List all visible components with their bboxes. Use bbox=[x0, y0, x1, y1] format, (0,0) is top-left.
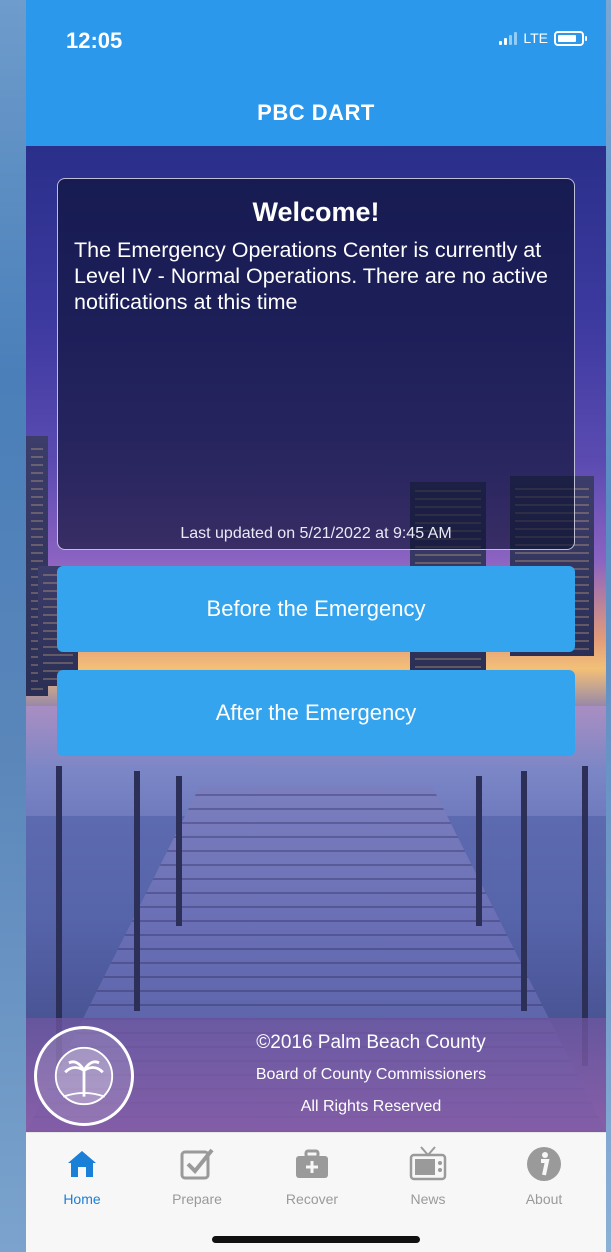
railing-post bbox=[134, 771, 140, 1011]
tv-icon bbox=[383, 1143, 473, 1185]
railing-post bbox=[176, 776, 182, 926]
last-updated: Last updated on 5/21/2022 at 9:45 AM bbox=[180, 525, 452, 542]
app-title: PBC DART bbox=[257, 100, 375, 125]
tab-label: Prepare bbox=[172, 1191, 222, 1207]
status-indicators: LTE bbox=[499, 30, 587, 46]
tab-bar: Home Prepare Recover News About bbox=[26, 1132, 606, 1252]
nav-bar: PBC DART bbox=[26, 80, 606, 146]
tab-home[interactable]: Home bbox=[37, 1143, 127, 1207]
info-icon bbox=[499, 1143, 589, 1185]
before-emergency-button[interactable]: Before the Emergency bbox=[57, 566, 575, 652]
tab-prepare[interactable]: Prepare bbox=[152, 1143, 242, 1207]
tab-label: News bbox=[410, 1191, 446, 1207]
home-icon bbox=[37, 1143, 127, 1185]
first-aid-kit-icon bbox=[267, 1143, 357, 1185]
railing-post bbox=[476, 776, 482, 926]
railing-post bbox=[521, 771, 527, 1011]
status-time: 12:05 bbox=[66, 28, 123, 53]
welcome-title: Welcome! bbox=[252, 197, 380, 227]
county-seal-logo bbox=[34, 1026, 134, 1126]
background-blur-left bbox=[0, 0, 26, 1252]
tab-label: About bbox=[525, 1191, 563, 1207]
tab-news[interactable]: News bbox=[383, 1143, 473, 1207]
after-emergency-button[interactable]: After the Emergency bbox=[57, 670, 575, 756]
board-text: Board of County Commissioners bbox=[255, 1066, 487, 1083]
tab-label: Recover bbox=[285, 1191, 339, 1207]
network-label: LTE bbox=[523, 30, 548, 46]
battery-icon bbox=[554, 30, 587, 46]
welcome-card: Welcome! The Emergency Operations Center… bbox=[57, 178, 575, 550]
status-bar: 12:05 LTE bbox=[26, 0, 606, 80]
tab-recover[interactable]: Recover bbox=[267, 1143, 357, 1207]
checklist-icon bbox=[152, 1143, 242, 1185]
copyright-text: ©2016 Palm Beach County bbox=[256, 1032, 486, 1053]
rights-text: All Rights Reserved bbox=[300, 1098, 442, 1115]
footer: ©2016 Palm Beach County Board of County … bbox=[26, 1018, 606, 1132]
tab-label: Home bbox=[63, 1191, 101, 1207]
home-indicator bbox=[212, 1236, 420, 1243]
phone-screen: 12:05 LTE PBC DART Welcome! The Emergenc… bbox=[26, 0, 606, 1252]
welcome-message: The Emergency Operations Center is curre… bbox=[74, 238, 549, 314]
signal-icon bbox=[499, 31, 518, 45]
tab-about[interactable]: About bbox=[499, 1143, 589, 1207]
